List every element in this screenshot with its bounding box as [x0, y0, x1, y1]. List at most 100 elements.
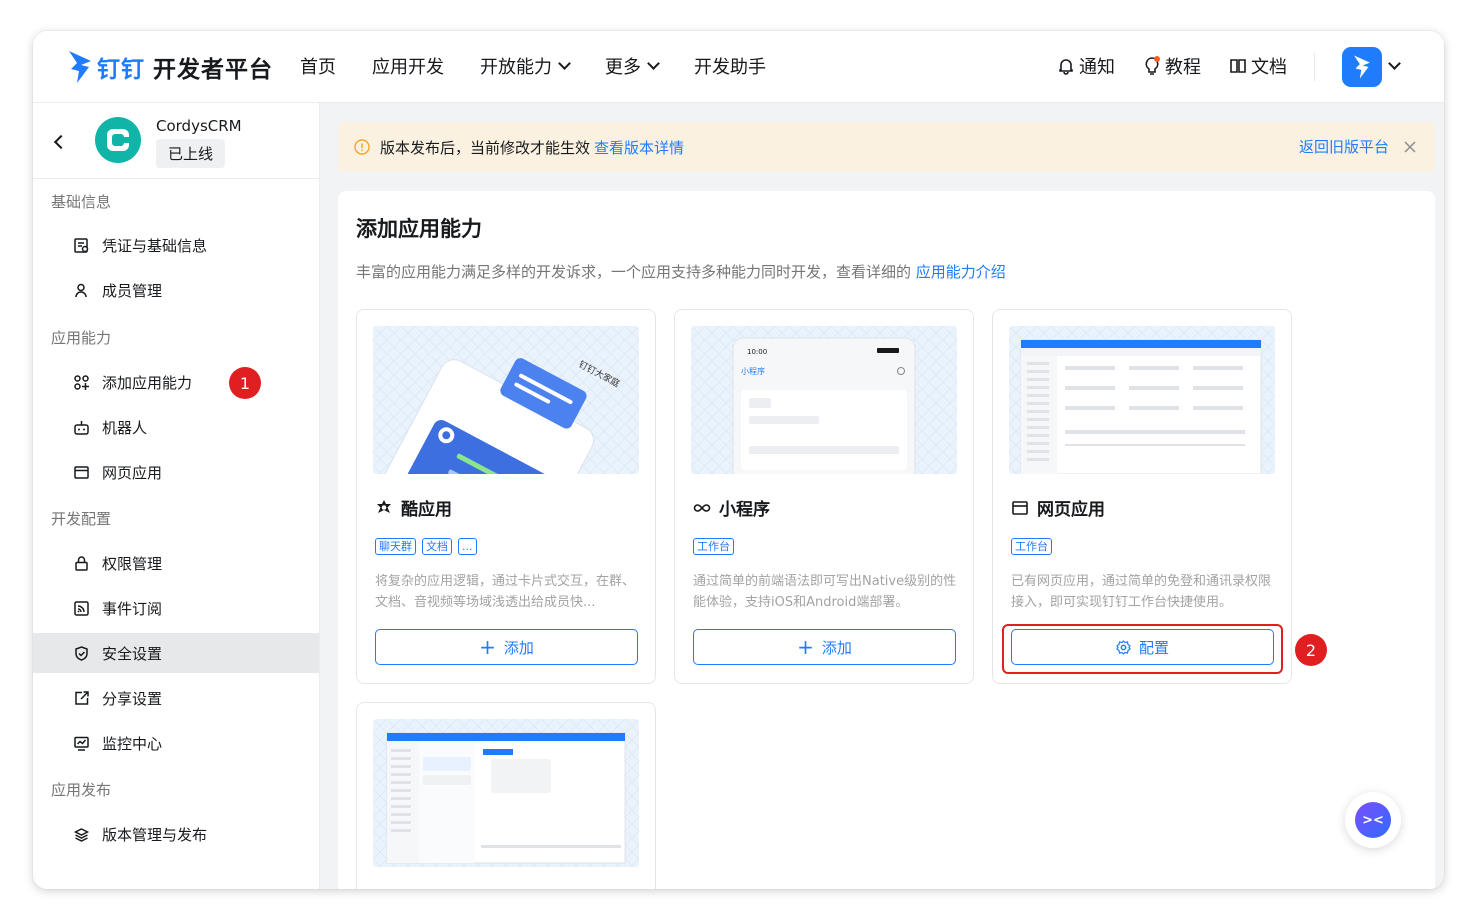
- docs-label: 文档: [1251, 57, 1287, 78]
- chevron-down-icon: [647, 57, 660, 70]
- sidebar-item-label: 事件订阅: [102, 599, 163, 618]
- mini-program-preview-time: 10:00: [747, 348, 767, 356]
- cool-app-illustration: 钉钉大家庭: [373, 326, 639, 474]
- sidebar-item-security[interactable]: 安全设置: [33, 633, 319, 673]
- sidebar-item-label: 机器人: [102, 418, 148, 437]
- step-badge-2: 2: [1295, 634, 1327, 666]
- sidebar-item-label: 分享设置: [102, 689, 163, 708]
- page-description: 丰富的应用能力满足多样的开发诉求，一个应用支持多种能力同时开发，查看详细的 应用…: [356, 261, 1006, 282]
- sidebar-item-permissions[interactable]: 权限管理: [33, 543, 319, 583]
- nav-dev-assistant[interactable]: 开发助手: [694, 53, 766, 79]
- nav-app-dev[interactable]: 应用开发: [372, 53, 444, 79]
- mini-program-illustration: 10:00 小程序: [691, 326, 957, 474]
- sidebar-item-monitor[interactable]: 监控中心: [33, 723, 319, 763]
- sidebar-item-members[interactable]: 成员管理: [33, 270, 319, 310]
- robot-icon: [74, 420, 89, 435]
- sidebar-item-add-capability[interactable]: 添加应用能力: [33, 362, 319, 402]
- layers-icon: [73, 827, 90, 842]
- sidebar: CordysCRM 已上线 基础信息 凭证与基础信息 成员管理 应用能力 添加应…: [33, 103, 320, 889]
- nav-open-capability[interactable]: 开放能力: [480, 53, 571, 79]
- section-title-basic: 基础信息: [51, 193, 112, 211]
- step-badge-1: 1: [229, 367, 261, 399]
- tag-more[interactable]: ...: [458, 538, 477, 555]
- docs-button[interactable]: 文档: [1229, 53, 1287, 79]
- bell-icon: [1059, 59, 1073, 75]
- sidebar-item-events[interactable]: 事件订阅: [33, 588, 319, 628]
- sidebar-item-webapp[interactable]: 网页应用: [33, 452, 319, 492]
- tutorial-button[interactable]: 教程: [1143, 53, 1201, 79]
- app-window: 钉钉 开发者平台 首页 应用开发 开放能力 更多 开发助手 通知 教程 文档 C…: [33, 31, 1444, 889]
- sidebar-item-label: 权限管理: [102, 554, 163, 573]
- notify-button[interactable]: 通知: [1057, 53, 1115, 79]
- back-icon[interactable]: [53, 134, 69, 150]
- capability-intro-link[interactable]: 应用能力介绍: [916, 263, 1006, 281]
- nav-more-label: 更多: [605, 57, 641, 78]
- brand-logo[interactable]: 钉钉 开发者平台: [67, 47, 273, 87]
- brand-name: 钉钉: [97, 57, 145, 83]
- chat-app-illustration: [373, 719, 639, 867]
- nav-right: 通知 教程 文档: [1057, 53, 1315, 79]
- monitor-icon: [74, 736, 89, 751]
- section-title-release: 应用发布: [51, 781, 112, 799]
- capability-panel: 添加应用能力 丰富的应用能力满足多样的开发诉求，一个应用支持多种能力同时开发，查…: [338, 191, 1435, 889]
- sidebar-item-label: 版本管理与发布: [102, 825, 208, 844]
- assistant-icon: ><: [1355, 802, 1391, 838]
- card-title: 小程序: [693, 495, 770, 520]
- main-content: 版本发布后，当前修改才能生效 查看版本详情 返回旧版平台 添加应用能力 丰富的应…: [320, 103, 1444, 889]
- sidebar-item-label: 凭证与基础信息: [102, 236, 208, 255]
- card-title-text: 酷应用: [401, 500, 452, 520]
- back-old-platform-link[interactable]: 返回旧版平台: [1299, 136, 1389, 157]
- card-tags: 工作台: [693, 538, 734, 555]
- tutorial-label: 教程: [1165, 57, 1201, 78]
- card-tags: 工作台: [1011, 538, 1052, 555]
- member-icon: [75, 283, 87, 297]
- card-title-text: 网页应用: [1037, 500, 1105, 520]
- info-icon: [354, 139, 370, 155]
- brand-subtitle: 开发者平台: [153, 57, 273, 83]
- nav-dev-assistant-label: 开发助手: [694, 57, 766, 78]
- tag: 工作台: [693, 538, 734, 555]
- card-web-app: 网页应用 工作台 已有网页应用，通过简单的免登和通讯录权限接入，即可实现钉钉工作…: [992, 309, 1292, 684]
- add-mini-program-button[interactable]: + 添加: [693, 629, 956, 665]
- user-avatar[interactable]: [1342, 47, 1382, 87]
- sidebar-item-label: 安全设置: [102, 644, 163, 663]
- shield-icon: [75, 645, 88, 661]
- card-title: 酷应用: [375, 495, 452, 520]
- nav-links: 首页 应用开发 开放能力 更多 开发助手: [300, 53, 802, 79]
- page-title: 添加应用能力: [356, 217, 482, 241]
- add-cool-app-button[interactable]: + 添加: [375, 629, 638, 665]
- card-chat-app: [356, 702, 656, 889]
- sidebar-item-robot[interactable]: 机器人: [33, 407, 319, 447]
- rss-icon: [74, 600, 89, 616]
- lock-icon: [75, 555, 88, 571]
- credential-icon: [74, 237, 89, 253]
- nav-open-capability-label: 开放能力: [480, 57, 552, 78]
- section-title-capability: 应用能力: [51, 329, 112, 347]
- nav-app-dev-label: 应用开发: [372, 57, 444, 78]
- nav-more[interactable]: 更多: [605, 53, 660, 79]
- notice-bar: 版本发布后，当前修改才能生效 查看版本详情 返回旧版平台: [338, 122, 1435, 172]
- version-detail-link[interactable]: 查看版本详情: [594, 137, 684, 158]
- grid-add-icon: [74, 374, 89, 390]
- card-title: 网页应用: [1011, 495, 1105, 520]
- chevron-down-icon[interactable]: [1388, 57, 1401, 70]
- button-label: 添加: [821, 638, 852, 657]
- sidebar-item-label: 添加应用能力: [102, 373, 193, 392]
- tag: 聊天群: [375, 538, 416, 555]
- lightbulb-icon: [1145, 56, 1160, 75]
- nav-home[interactable]: 首页: [300, 53, 336, 79]
- share-icon: [75, 690, 89, 705]
- sidebar-item-share[interactable]: 分享设置: [33, 678, 319, 718]
- sidebar-item-label: 成员管理: [102, 281, 163, 300]
- sidebar-item-versions[interactable]: 版本管理与发布: [33, 814, 319, 854]
- notice-actions: 返回旧版平台: [1299, 136, 1417, 157]
- top-nav: 钉钉 开发者平台 首页 应用开发 开放能力 更多 开发助手 通知 教程 文档: [33, 31, 1444, 103]
- assistant-fab[interactable]: ><: [1345, 792, 1401, 848]
- notice-text: 版本发布后，当前修改才能生效: [380, 138, 591, 157]
- nav-divider: [1314, 53, 1315, 81]
- chevron-down-icon: [558, 57, 571, 70]
- close-icon[interactable]: [1403, 140, 1417, 154]
- infinity-icon: [693, 503, 711, 512]
- cool-app-icon: [377, 499, 391, 513]
- sidebar-item-credentials[interactable]: 凭证与基础信息: [33, 225, 319, 265]
